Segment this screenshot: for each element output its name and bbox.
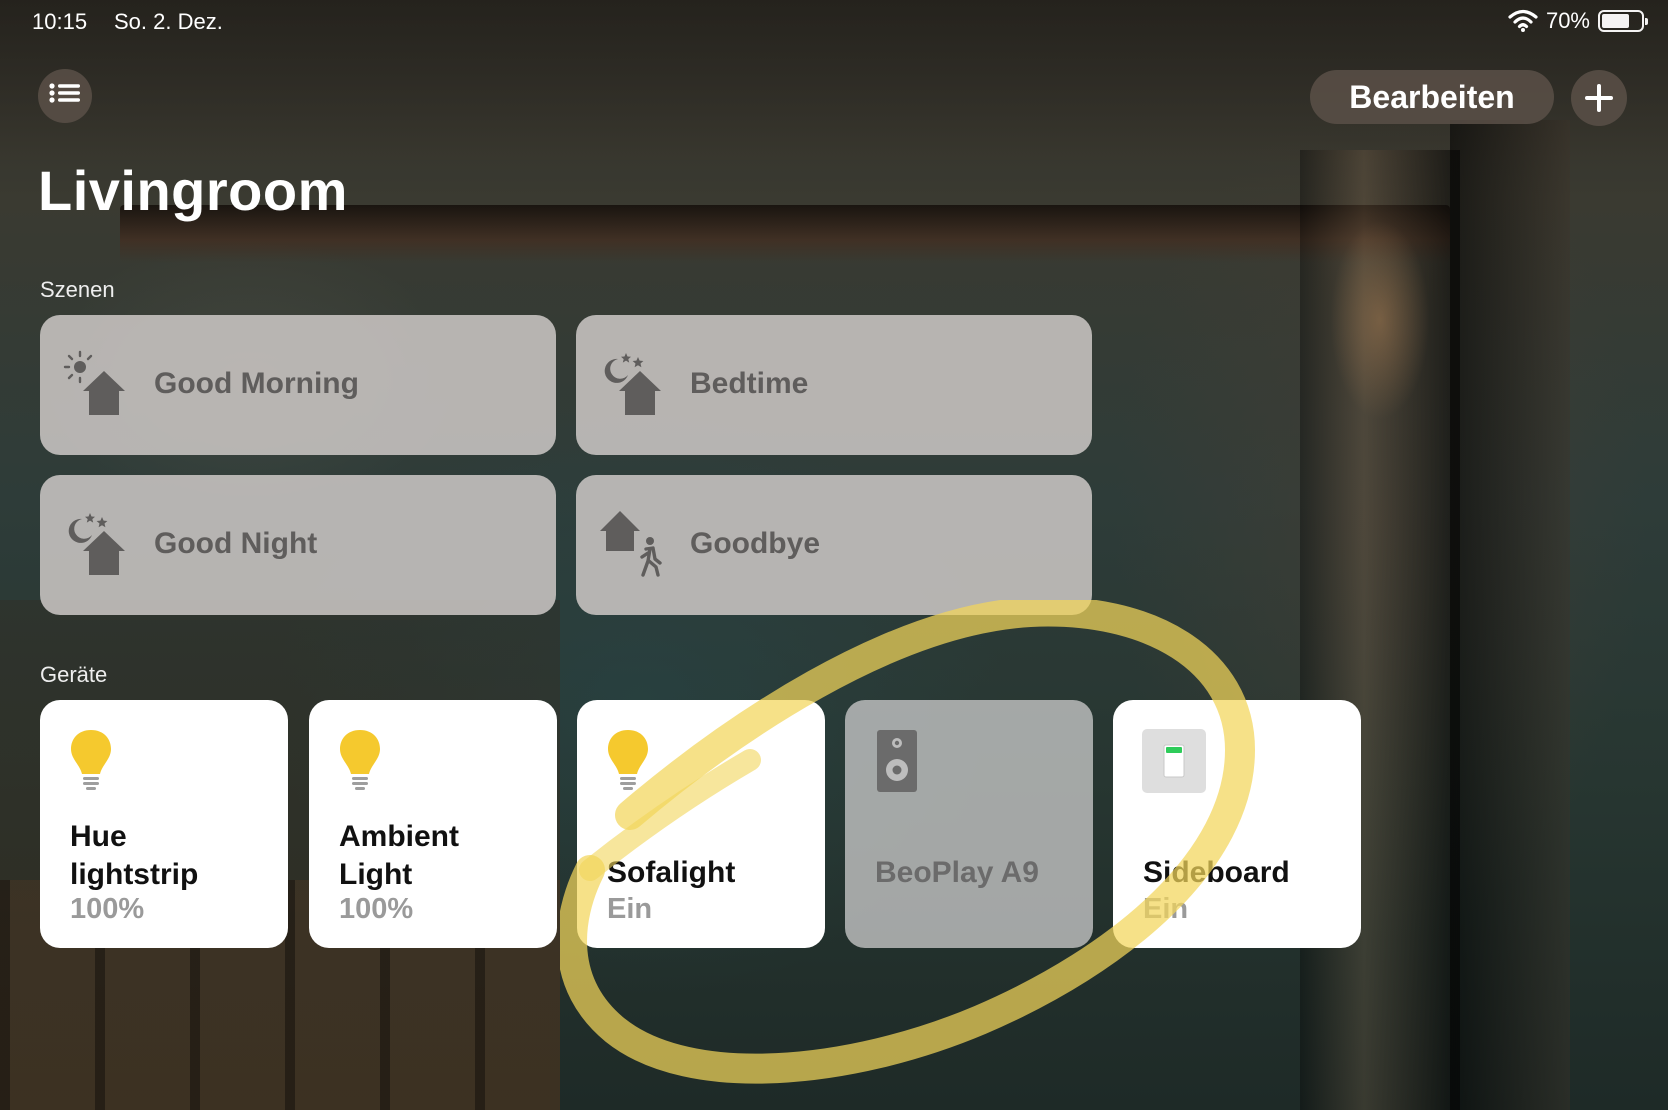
- device-sideboard[interactable]: Sideboard Ein: [1113, 700, 1361, 948]
- device-hue-lightstrip[interactable]: Hue lightstrip 100%: [40, 700, 288, 948]
- device-name: Sofalight: [607, 856, 736, 889]
- status-bar: 10:15 So. 2. Dez. 70%: [0, 0, 1668, 44]
- device-name-line2: lightstrip: [70, 858, 199, 891]
- lightbulb-icon: [71, 730, 111, 790]
- status-indicators: 70%: [1508, 8, 1648, 34]
- device-name-line1: Ambient: [339, 820, 459, 853]
- device-status: 100%: [339, 893, 414, 925]
- scene-good-morning[interactable]: Good Morning: [40, 315, 556, 455]
- device-sofalight[interactable]: Sofalight Ein: [577, 700, 825, 948]
- scene-good-night[interactable]: Good Night: [40, 475, 556, 615]
- devices-section-label: Geräte: [40, 662, 108, 687]
- edit-button[interactable]: Bearbeiten: [1310, 70, 1554, 124]
- scene-name: Bedtime: [690, 367, 809, 400]
- device-status: Ein: [607, 893, 653, 925]
- switch-icon: [1142, 729, 1206, 793]
- wallpaper-rust-patch: [1330, 220, 1430, 420]
- speaker-icon: [877, 730, 917, 792]
- device-name: Hue lightstrip: [70, 818, 198, 894]
- house-walking-person-icon: [600, 511, 662, 577]
- device-status: 100%: [70, 893, 145, 925]
- device-name: Sideboard: [1143, 856, 1290, 889]
- scenes-section-label: Szenen: [40, 277, 115, 302]
- scene-name: Good Morning: [154, 367, 359, 400]
- plus-icon: [1585, 84, 1613, 112]
- moon-house-icon: [604, 353, 661, 415]
- moon-house-icon: [68, 513, 125, 575]
- menu-button[interactable]: [38, 69, 92, 123]
- battery-fill: [1602, 14, 1629, 28]
- device-name: Ambient Light: [339, 818, 459, 894]
- scene-goodbye[interactable]: Goodbye: [576, 475, 1092, 615]
- device-name: BeoPlay A9: [875, 856, 1039, 889]
- scene-name: Good Night: [154, 527, 318, 560]
- status-date: So. 2. Dez.: [114, 9, 223, 34]
- lightbulb-icon: [608, 730, 648, 790]
- battery-nub: [1645, 18, 1648, 25]
- list-icon: [49, 83, 80, 103]
- status-time: 10:15: [32, 9, 88, 34]
- lightbulb-icon: [340, 730, 380, 790]
- wallpaper-wall-right: [1450, 120, 1570, 1110]
- sun-house-icon: [63, 350, 125, 415]
- device-ambient-light[interactable]: Ambient Light 100%: [309, 700, 557, 948]
- device-beoplay-a9[interactable]: BeoPlay A9: [845, 700, 1093, 948]
- battery-icon: [1598, 10, 1648, 32]
- battery-percent: 70%: [1545, 8, 1590, 33]
- add-button[interactable]: [1571, 70, 1627, 126]
- device-name-line2: Light: [339, 858, 413, 891]
- device-status: Ein: [1143, 893, 1189, 925]
- scene-name: Goodbye: [690, 527, 821, 560]
- device-name-line1: Hue: [70, 820, 127, 853]
- wallpaper-door-frame-right: [1300, 150, 1460, 1110]
- page-title: Livingroom: [38, 159, 348, 222]
- wifi-icon: [1508, 9, 1538, 32]
- scene-bedtime[interactable]: Bedtime: [576, 315, 1092, 455]
